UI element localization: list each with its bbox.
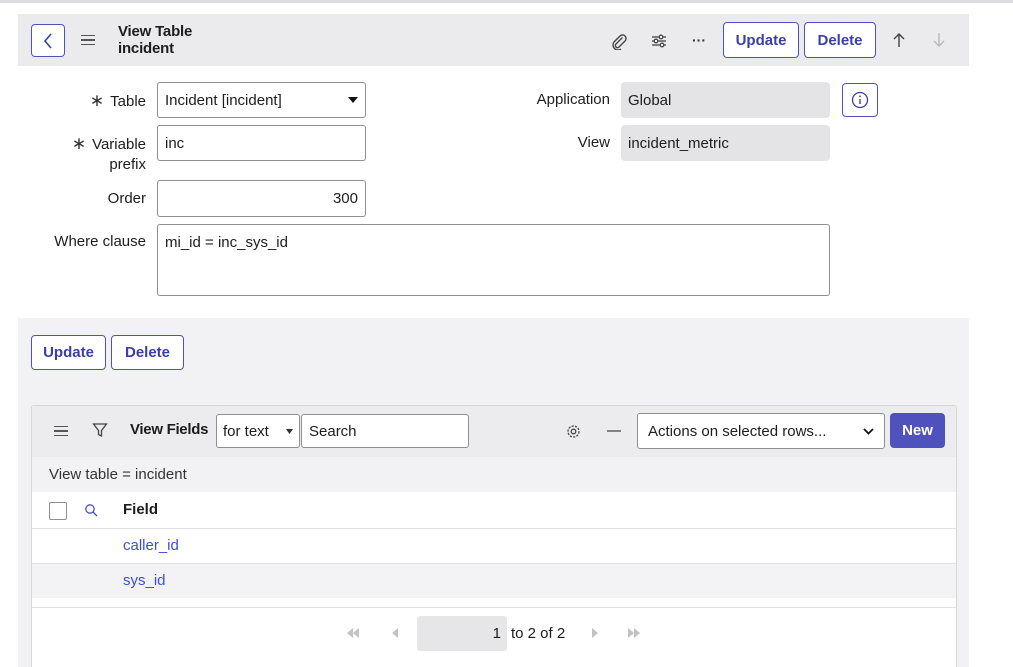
arrow-up-icon[interactable]	[889, 30, 909, 50]
chevron-down-icon	[863, 427, 874, 435]
row-link-sys-id[interactable]: sys_id	[123, 572, 166, 589]
view-value: incident_metric	[628, 134, 729, 152]
where-clause-label: Where clause	[54, 233, 146, 250]
column-search-icon[interactable]	[82, 501, 100, 519]
required-mark-2: ∗	[71, 134, 87, 153]
info-button[interactable]	[842, 83, 878, 117]
table-row: sys_id	[32, 564, 956, 598]
info-icon	[851, 91, 869, 109]
search-field-select-value: for text	[223, 422, 269, 440]
caret-down-small-icon	[286, 428, 293, 434]
actions-select[interactable]: Actions on selected rows...	[637, 413, 885, 449]
list-menu-icon[interactable]	[54, 421, 68, 441]
search-input[interactable]: Search	[301, 414, 469, 448]
required-mark: ∗	[89, 91, 105, 110]
view-label: View	[577, 134, 610, 151]
page-title-line1: View Table	[118, 23, 193, 40]
application-label: Application	[536, 91, 610, 108]
row-link-caller-id[interactable]: caller_id	[123, 537, 179, 554]
related-list-title: View Fields	[130, 421, 209, 438]
search-placeholder: Search	[309, 422, 357, 440]
settings-sliders-icon[interactable]	[648, 30, 670, 52]
context-menu-icon[interactable]	[81, 30, 95, 50]
collapse-icon[interactable]	[604, 421, 624, 441]
search-field-select[interactable]: for text	[216, 414, 300, 448]
order-input[interactable]: 300	[157, 180, 366, 217]
variable-prefix-input[interactable]: inc	[157, 125, 366, 161]
page-number-value: 1	[492, 625, 501, 642]
order-value: 300	[332, 190, 358, 207]
first-page-icon[interactable]	[343, 625, 363, 641]
table-select-value: Incident [incident]	[165, 91, 282, 109]
select-all-checkbox[interactable]	[49, 502, 67, 520]
table-label-text: Table	[110, 93, 146, 110]
delete-button[interactable]: Delete	[111, 335, 184, 370]
application-value: Global	[628, 91, 672, 109]
pagination-text: to 2 of 2	[511, 625, 566, 642]
arrow-down-icon[interactable]	[929, 30, 949, 50]
variable-prefix-label: ∗ Variable prefix	[40, 134, 146, 175]
list-header-row	[32, 492, 956, 528]
delete-button-header[interactable]: Delete	[804, 22, 876, 58]
update-button[interactable]: Update	[31, 335, 106, 370]
table-label: ∗ Table	[40, 91, 146, 111]
page-number-input[interactable]: 1	[417, 616, 507, 651]
more-options-icon[interactable]: ···	[688, 28, 710, 52]
variable-prefix-label-line2: prefix	[109, 156, 146, 173]
order-label: Order	[107, 190, 146, 207]
where-clause-value: mi_id = inc_sys_id	[165, 234, 288, 251]
gear-icon[interactable]	[563, 421, 583, 441]
next-page-icon[interactable]	[587, 625, 603, 641]
filter-icon[interactable]	[90, 420, 110, 440]
back-button[interactable]	[31, 24, 65, 57]
top-divider	[0, 0, 1013, 3]
table-select[interactable]: Incident [incident]	[157, 82, 366, 118]
caret-down-icon	[348, 97, 358, 103]
actions-select-value: Actions on selected rows...	[648, 422, 827, 440]
chevron-left-icon	[43, 32, 52, 49]
table-row: caller_id	[32, 529, 956, 563]
view-field: incident_metric	[621, 125, 830, 161]
previous-page-icon[interactable]	[386, 625, 402, 641]
update-button-header[interactable]: Update	[723, 22, 799, 58]
paperclip-icon[interactable]	[608, 30, 630, 52]
where-clause-textarea[interactable]: mi_id = inc_sys_id	[157, 224, 830, 296]
last-page-icon[interactable]	[624, 625, 644, 641]
variable-prefix-value: inc	[165, 134, 185, 152]
variable-prefix-label-line1: Variable	[92, 136, 146, 153]
column-header-field[interactable]: Field	[123, 501, 158, 518]
filter-breadcrumb[interactable]: View table = incident	[49, 466, 187, 483]
page-title: View Table incident	[118, 23, 192, 57]
application-field: Global	[621, 82, 830, 118]
new-button[interactable]: New	[890, 413, 945, 448]
page-title-line2: incident	[118, 40, 174, 57]
